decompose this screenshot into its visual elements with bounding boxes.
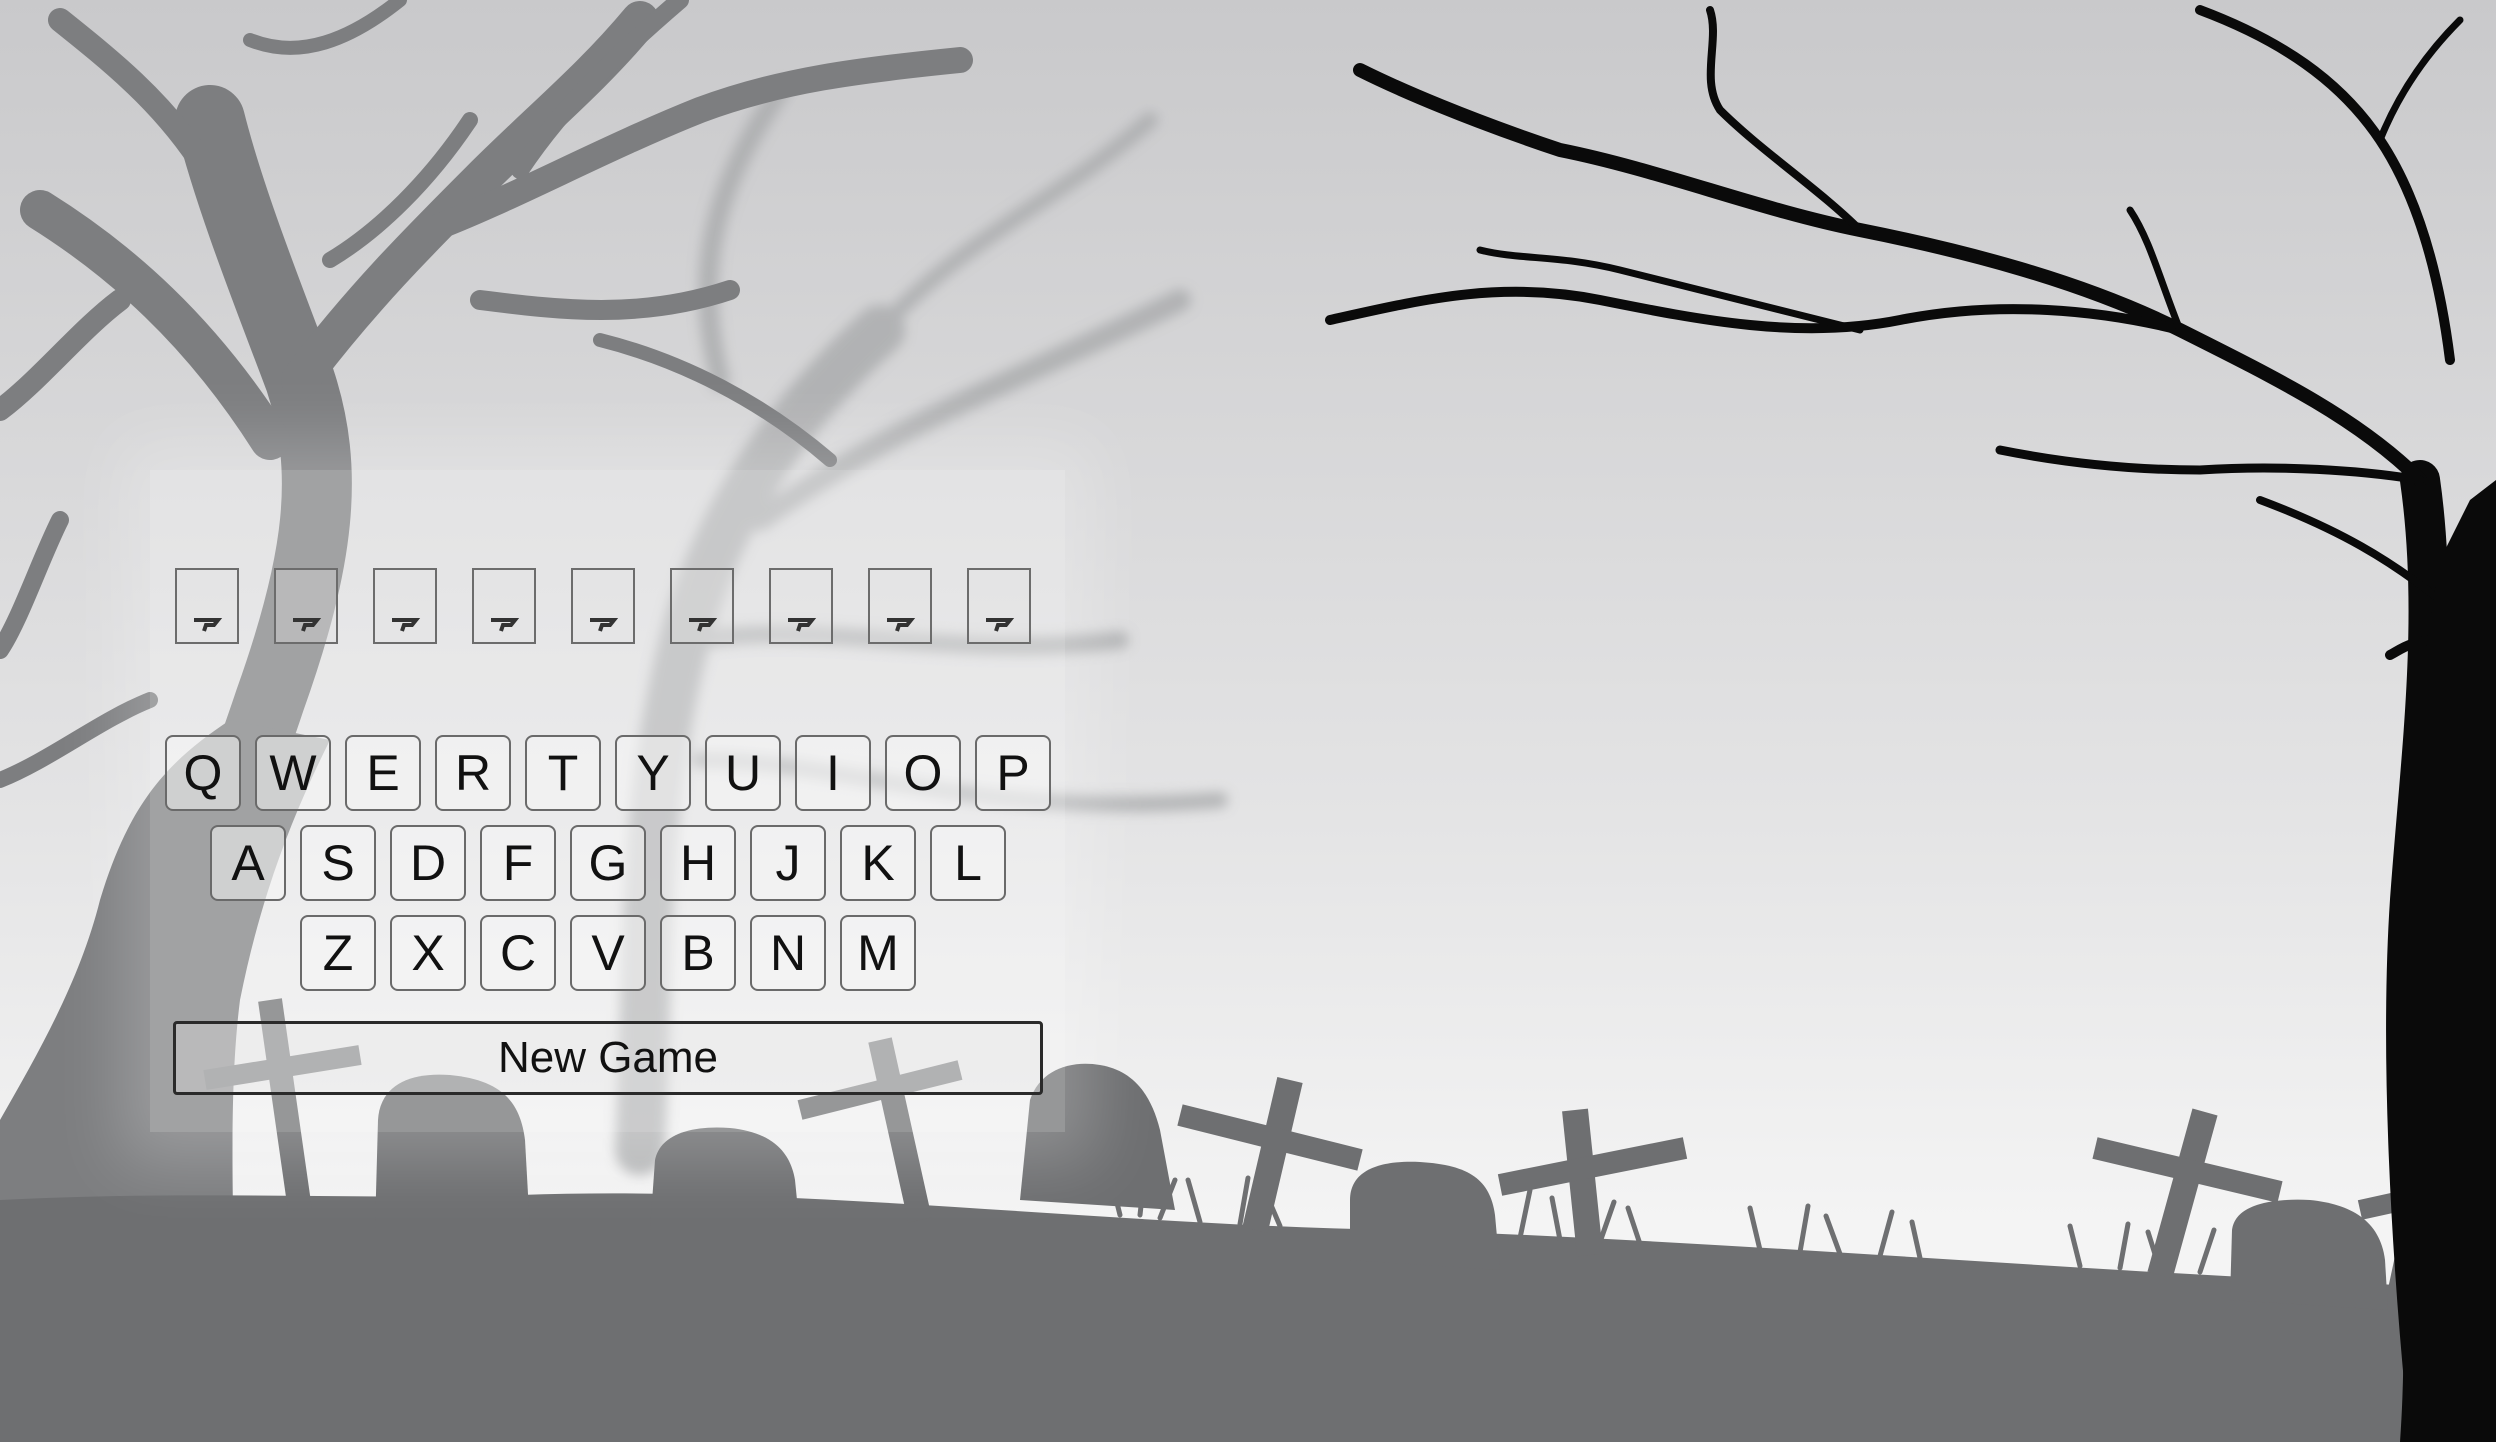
key-k[interactable]: K xyxy=(840,825,916,901)
key-j[interactable]: J xyxy=(750,825,826,901)
key-f[interactable]: F xyxy=(480,825,556,901)
key-e[interactable]: E xyxy=(345,735,421,811)
keyboard-row-3: Z X C V B N M xyxy=(300,915,916,991)
key-b[interactable]: B xyxy=(660,915,736,991)
letter-slot xyxy=(472,568,536,644)
letter-slot xyxy=(769,568,833,644)
blank-mark-icon xyxy=(887,618,916,632)
keyboard-row-1: Q W E R T Y U I O P xyxy=(165,735,1051,811)
letter-slot xyxy=(967,568,1031,644)
letter-slot xyxy=(670,568,734,644)
blank-mark-icon xyxy=(491,618,520,632)
key-t[interactable]: T xyxy=(525,735,601,811)
letter-slot xyxy=(175,568,239,644)
key-a[interactable]: A xyxy=(210,825,286,901)
letter-slot xyxy=(373,568,437,644)
keyboard-row-2: A S D F G H J K L xyxy=(210,825,1006,901)
letter-slot xyxy=(868,568,932,644)
new-game-button[interactable]: New Game xyxy=(173,1021,1043,1095)
key-y[interactable]: Y xyxy=(615,735,691,811)
key-w[interactable]: W xyxy=(255,735,331,811)
key-l[interactable]: L xyxy=(930,825,1006,901)
key-i[interactable]: I xyxy=(795,735,871,811)
key-u[interactable]: U xyxy=(705,735,781,811)
blank-mark-icon xyxy=(293,618,322,632)
key-r[interactable]: R xyxy=(435,735,511,811)
blank-mark-icon xyxy=(689,618,718,632)
key-c[interactable]: C xyxy=(480,915,556,991)
key-n[interactable]: N xyxy=(750,915,826,991)
key-z[interactable]: Z xyxy=(300,915,376,991)
key-s[interactable]: S xyxy=(300,825,376,901)
key-p[interactable]: P xyxy=(975,735,1051,811)
letter-slot xyxy=(274,568,338,644)
word-slots xyxy=(175,568,1031,644)
key-d[interactable]: D xyxy=(390,825,466,901)
blank-mark-icon xyxy=(590,618,619,632)
key-o[interactable]: O xyxy=(885,735,961,811)
key-g[interactable]: G xyxy=(570,825,646,901)
key-q[interactable]: Q xyxy=(165,735,241,811)
letter-slot xyxy=(571,568,635,644)
blank-mark-icon xyxy=(986,618,1015,632)
key-h[interactable]: H xyxy=(660,825,736,901)
blank-mark-icon xyxy=(392,618,421,632)
blank-mark-icon xyxy=(194,618,223,632)
key-m[interactable]: M xyxy=(840,915,916,991)
key-x[interactable]: X xyxy=(390,915,466,991)
key-v[interactable]: V xyxy=(570,915,646,991)
blank-mark-icon xyxy=(788,618,817,632)
